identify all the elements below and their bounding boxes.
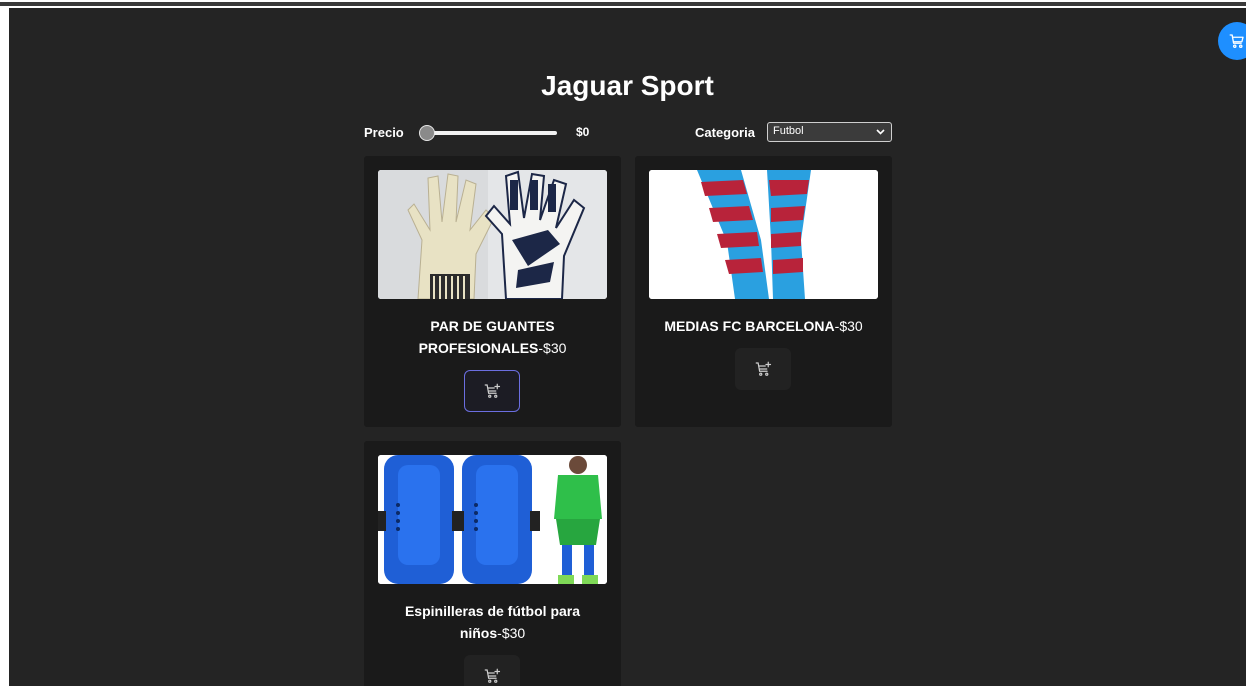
price-slider-track: [421, 131, 557, 135]
price-slider[interactable]: [419, 125, 559, 141]
category-select[interactable]: Futbol: [767, 122, 892, 142]
barcelona-socks-image: [649, 170, 878, 299]
product-price: -$30: [834, 318, 863, 334]
cart-button[interactable]: [1218, 22, 1246, 60]
category-label: Categoria: [695, 125, 755, 140]
product-card: MEDIAS FC BARCELONA-$30: [635, 156, 892, 427]
product-name: PAR DE GUANTES PROFESIONALES-$30: [378, 315, 607, 359]
product-name: Espinilleras de fútbol para niños-$30: [378, 600, 607, 644]
filters-bar: Precio $0 Categoria Futbol: [364, 122, 892, 144]
product-price: -$30: [538, 340, 567, 356]
product-card: Espinilleras de fútbol para niños-$30: [364, 441, 621, 686]
page-title: Jaguar Sport: [541, 70, 714, 101]
shin-guards-image: [378, 455, 607, 584]
add-to-cart-button[interactable]: [464, 655, 520, 686]
price-label: Precio: [364, 125, 404, 140]
app-viewport: Jaguar Sport Precio $0 Categoria Futbol: [9, 8, 1246, 686]
price-value: $0: [576, 125, 590, 139]
goalkeeper-gloves-image: [378, 170, 607, 299]
add-to-cart-icon: [484, 383, 501, 398]
category-selected-value: Futbol: [773, 125, 804, 137]
product-name: MEDIAS FC BARCELONA-$30: [649, 315, 878, 337]
product-title: PAR DE GUANTES PROFESIONALES: [418, 318, 555, 356]
product-title: MEDIAS FC BARCELONA: [664, 318, 835, 334]
price-slider-thumb[interactable]: [419, 125, 435, 141]
product-title: Espinilleras de fútbol para niños: [404, 603, 581, 641]
window-top-edge: [0, 0, 1246, 2]
cart-icon: [1229, 34, 1244, 49]
add-to-cart-button[interactable]: [464, 370, 520, 412]
add-to-cart-icon: [755, 361, 772, 376]
chevron-down-icon: [876, 129, 885, 135]
product-card: PAR DE GUANTES PROFESIONALES-$30: [364, 156, 621, 427]
product-price: -$30: [497, 625, 526, 641]
add-to-cart-button[interactable]: [735, 348, 791, 390]
add-to-cart-icon: [484, 668, 501, 683]
